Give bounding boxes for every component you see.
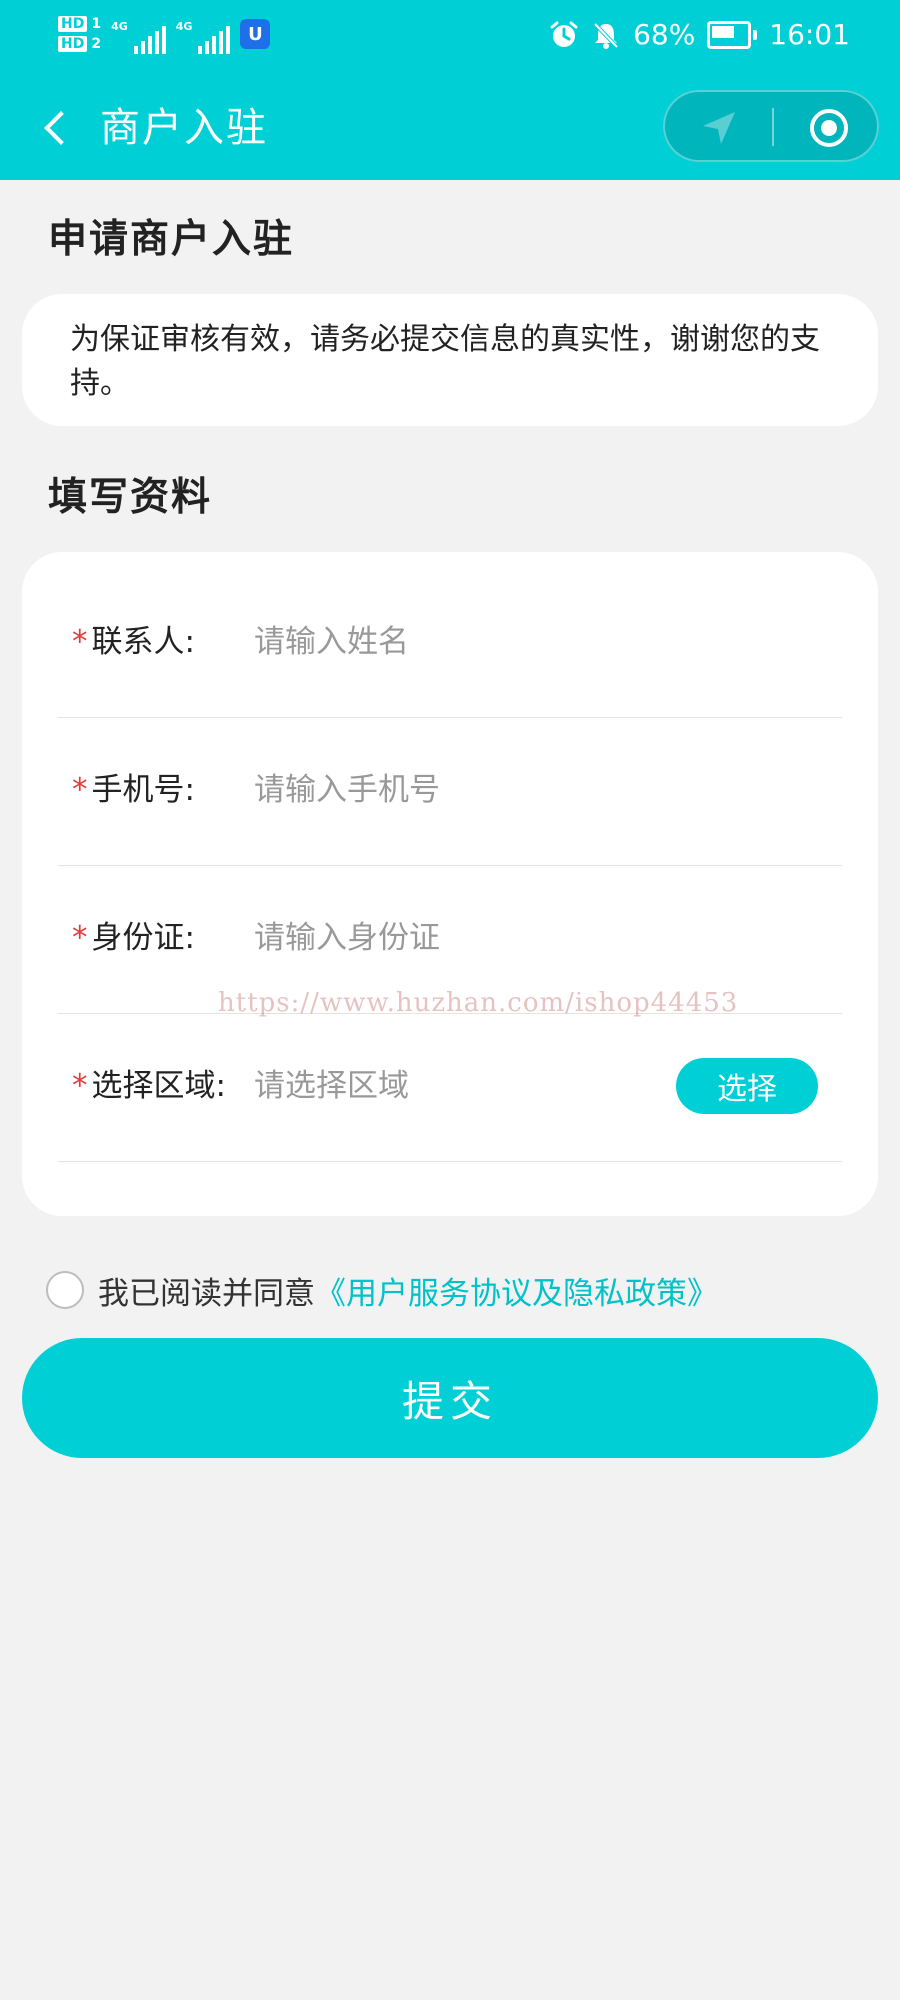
battery-percent: 68% [633, 18, 696, 51]
id-card-input[interactable] [254, 914, 654, 962]
battery-icon [707, 20, 758, 49]
target-icon [810, 109, 848, 147]
region-label: * 选择区域: [72, 1064, 226, 1108]
contact-label-text: 联系人: [91, 624, 195, 660]
network-1-type: 4G [111, 20, 128, 33]
location-button[interactable] [695, 104, 743, 152]
chevron-left-icon [44, 111, 78, 145]
hd-2: HD 2 [58, 36, 101, 52]
id-card-label: * 身份证: [72, 916, 195, 960]
phone-label-text: 手机号: [91, 772, 195, 808]
contact-row: * 联系人: [58, 570, 842, 718]
region-value[interactable]: 请选择区域 [254, 1064, 409, 1108]
mute-bell-icon [593, 22, 619, 49]
agreement-text: 我已阅读并同意 [98, 1275, 315, 1312]
signal-bars-icon [198, 26, 231, 54]
region-row: * 选择区域: 请选择区域 选择 [58, 1014, 842, 1162]
contact-name-input[interactable] [254, 618, 654, 666]
form-heading: 填写资料 [48, 475, 213, 520]
page-title: 商户入驻 [100, 105, 268, 151]
clock: 16:01 [769, 18, 850, 51]
phone-label: * 手机号: [72, 768, 195, 812]
required-mark: * [72, 772, 88, 808]
phone-input[interactable] [254, 766, 654, 814]
required-mark: * [72, 1068, 88, 1104]
back-button[interactable] [30, 102, 82, 154]
submit-button[interactable]: 提交 [22, 1338, 878, 1458]
agreement-policy-link[interactable]: 《用户服务协议及隐私政策》 [315, 1268, 718, 1313]
capsule-divider [772, 108, 774, 146]
required-mark: * [72, 624, 88, 660]
network-2-type: 4G [175, 20, 193, 33]
choose-region-button[interactable]: 选择 [676, 1058, 818, 1114]
signal-2: 4G [176, 14, 231, 54]
watermark-text: https://www.huzhan.com/ishop44453 [218, 988, 739, 1018]
navigation-bar: 商户入驻 [0, 82, 900, 174]
hd-1: HD 1 [58, 16, 101, 32]
agreement-checkbox[interactable] [46, 1271, 84, 1309]
hd-1-slot: 1 [91, 16, 102, 32]
signal-1: 4G [111, 14, 166, 54]
location-arrow-icon [703, 112, 735, 144]
agreement-row: 我已阅读并同意 《用户服务协议及隐私政策》 [46, 1260, 718, 1320]
hd-2-text: HD [58, 36, 88, 52]
status-bar: HD 1 HD 2 4G 4G U 68% 16:01 [0, 0, 900, 80]
alarm-icon [550, 21, 578, 47]
hd-indicators: HD 1 HD 2 [58, 16, 101, 52]
hd-2-slot: 2 [91, 36, 102, 52]
notice-text: 为保证审核有效，请务必提交信息的真实性，谢谢您的支持。 [70, 322, 820, 401]
phone-row: * 手机号: [58, 718, 842, 866]
status-right: 68% 16:01 [549, 18, 850, 51]
apply-heading: 申请商户入驻 [48, 217, 295, 262]
signal-bars-icon [133, 26, 166, 54]
close-mini-program-button[interactable] [805, 104, 853, 152]
status-left: HD 1 HD 2 4G 4G U [58, 14, 271, 54]
contact-label: * 联系人: [72, 620, 195, 664]
notice-card: 为保证审核有效，请务必提交信息的真实性，谢谢您的支持。 [22, 294, 878, 426]
id-card-label-text: 身份证: [91, 920, 195, 956]
region-label-text: 选择区域: [91, 1068, 226, 1104]
required-mark: * [72, 920, 88, 956]
app-notification-icon: U [240, 19, 271, 49]
mini-program-capsule [663, 90, 879, 162]
hd-1-text: HD [58, 16, 88, 32]
